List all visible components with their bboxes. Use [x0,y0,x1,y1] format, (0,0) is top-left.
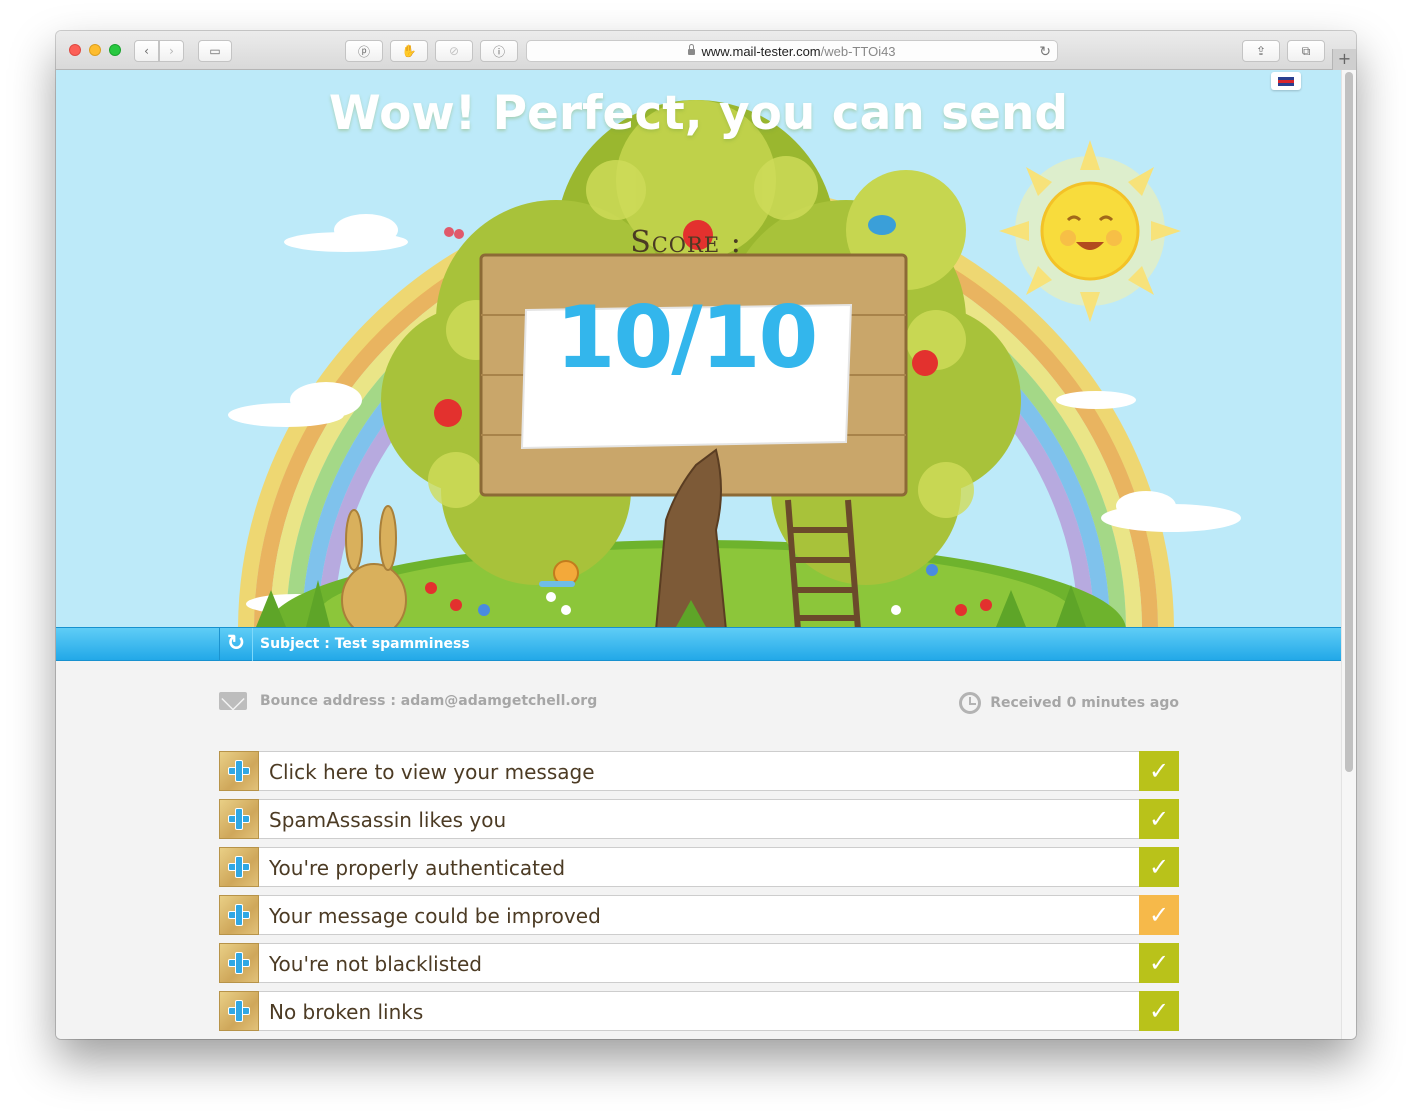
checkmark-icon: ✓ [1139,991,1179,1031]
check-label: Your message could be improved [269,904,601,928]
pinterest-icon: ⓟ [357,44,370,59]
expand-plus-icon[interactable] [219,943,259,983]
forward-button[interactable]: › [159,40,184,62]
sidebar-button[interactable]: ▭ [198,40,232,62]
message-meta: Bounce address : adam@adamgetchell.org R… [219,692,1179,716]
url-path: /web-TTOi43 [820,43,896,59]
minimize-window-button[interactable] [89,44,101,56]
bounce-address-text: Bounce address : adam@adamgetchell.org [260,693,598,709]
check-label: SpamAssassin likes you [269,808,507,832]
block-extension-button[interactable]: ⊘ [435,40,473,62]
expand-plus-icon[interactable] [219,895,259,935]
scrollbar-thumb[interactable] [1345,72,1353,772]
score-value: 10/10 [555,288,819,388]
share-button[interactable]: ⇪ [1242,40,1280,62]
checkmark-icon: ✓ [1139,943,1179,983]
received-time-text: Received 0 minutes ago [990,695,1179,711]
butterfly [444,227,464,239]
bounce-address: Bounce address : adam@adamgetchell.org [219,692,597,710]
expand-plus-icon[interactable] [219,847,259,887]
address-bar[interactable]: www.mail-tester.com/web-TTOi43 ↻ [526,40,1058,62]
score-hero: Wow! Perfect, you can send Score : 10/10 [56,70,1341,627]
check-message-improvements[interactable]: Your message could be improved ✓ [219,895,1179,935]
score-label: Score : [630,225,742,260]
expand-plus-icon[interactable] [219,751,259,791]
check-spamassassin[interactable]: SpamAssassin likes you ✓ [219,799,1179,839]
clock-icon [959,692,982,714]
check-blacklist[interactable]: You're not blacklisted ✓ [219,943,1179,983]
received-time: Received 0 minutes ago [959,692,1179,714]
url-domain: www.mail-tester.com [701,43,821,59]
sidebar-icon: ▭ [209,44,221,58]
result-headline: Wow! Perfect, you can send [328,86,1069,141]
check-list: Click here to view your message ✓ SpamAs… [219,751,1179,1039]
subject-text: Subject : Test spamminess [260,636,470,652]
page-content: Wow! Perfect, you can send Score : 10/10… [56,70,1341,1039]
sun-illustration [999,140,1181,322]
back-button[interactable]: ‹ [134,40,159,62]
extension-hand-button[interactable]: ✋ [390,40,428,62]
check-label: No broken links [269,1000,424,1024]
expand-plus-icon[interactable] [219,799,259,839]
close-window-button[interactable] [69,44,81,56]
envelope-icon [219,692,247,710]
block-icon: ⊘ [448,44,460,58]
hand-icon: ✋ [401,44,417,58]
refresh-icon[interactable]: ↻ [219,628,253,661]
reload-icon[interactable]: ↻ [1039,43,1051,60]
check-broken-links[interactable]: No broken links ✓ [219,991,1179,1031]
checkmark-icon: ✓ [1139,895,1179,935]
check-label: Click here to view your message [269,760,595,784]
checkmark-icon: ✓ [1139,847,1179,887]
lock-icon [688,44,696,55]
check-authentication[interactable]: You're properly authenticated ✓ [219,847,1179,887]
check-label: You're properly authenticated [269,856,566,880]
check-label: You're not blacklisted [269,952,482,976]
info-icon: ⓘ [492,44,505,59]
chevron-left-icon: ‹ [144,44,149,58]
password-extension-button[interactable]: ⓘ [480,40,518,62]
checkmark-icon: ✓ [1139,799,1179,839]
browser-window: ‹ › ▭ ⓟ ✋ ⊘ ⓘ www.mail-tester.com/web-TT… [56,31,1356,1039]
vertical-scrollbar[interactable] [1341,70,1356,1039]
subject-bar: ↻ Subject : Test spamminess [56,627,1341,661]
checkmark-icon: ✓ [1139,751,1179,791]
browser-toolbar: ‹ › ▭ ⓟ ✋ ⊘ ⓘ www.mail-tester.com/web-TT… [56,31,1356,70]
check-view-message[interactable]: Click here to view your message ✓ [219,751,1179,791]
pinterest-extension-button[interactable]: ⓟ [345,40,383,62]
new-tab-button[interactable]: + [1332,49,1356,70]
bird [868,215,896,235]
tabs-icon: ⧉ [1301,43,1311,58]
share-icon: ⇪ [1255,44,1267,58]
chevron-right-icon: › [169,44,174,58]
tabs-overview-button[interactable]: ⧉ [1287,40,1325,62]
zoom-window-button[interactable] [109,44,121,56]
expand-plus-icon[interactable] [219,991,259,1031]
